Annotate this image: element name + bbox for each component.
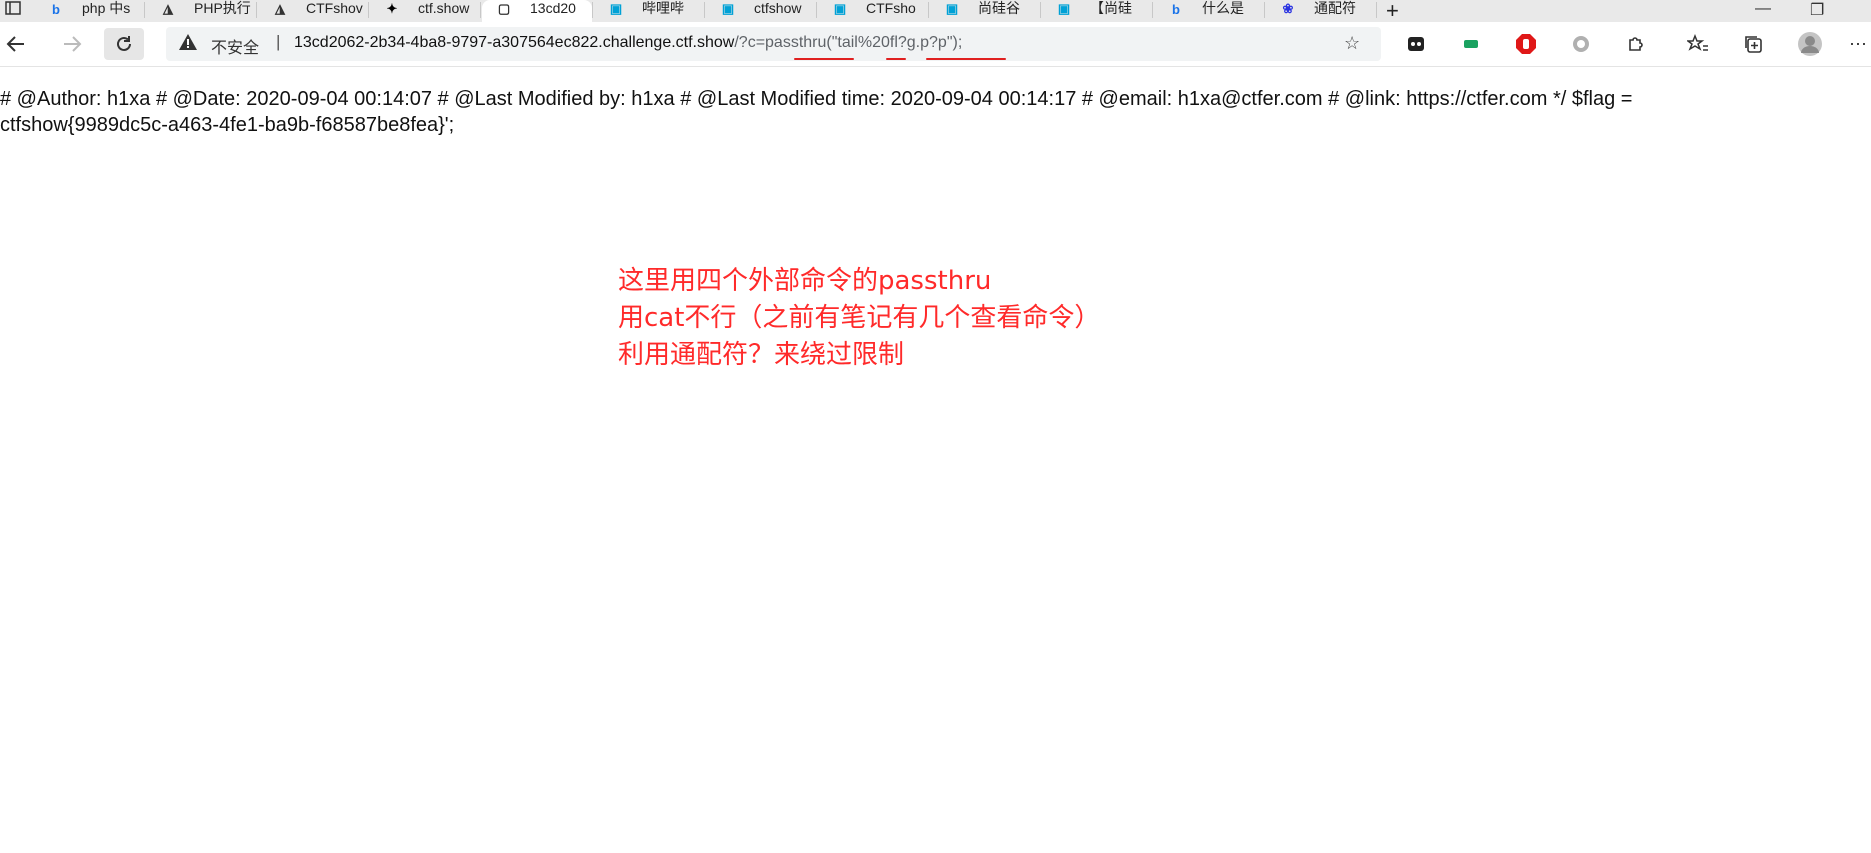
reload-button[interactable] bbox=[104, 28, 144, 60]
annotation-underline bbox=[794, 58, 854, 60]
extension-button[interactable] bbox=[1455, 28, 1487, 60]
tab-actions-button[interactable] bbox=[0, 0, 26, 24]
back-button[interactable] bbox=[0, 28, 32, 60]
ellipsis-icon: ⋯ bbox=[1849, 33, 1867, 54]
tab-label: 通配符 bbox=[1314, 0, 1356, 16]
tab-divider bbox=[816, 2, 817, 18]
tab-label: 什么是 bbox=[1202, 0, 1244, 16]
tab-label: 13cd20 bbox=[530, 0, 576, 16]
extension-green-icon bbox=[1464, 40, 1478, 48]
annotation-underline bbox=[926, 58, 1006, 60]
tab-actions-icon bbox=[5, 1, 21, 15]
extension-dark-icon bbox=[1408, 37, 1424, 51]
browser-tab[interactable]: b什么是× bbox=[1154, 0, 1264, 22]
adblock-button[interactable] bbox=[1510, 28, 1542, 60]
tab-divider bbox=[1040, 2, 1041, 18]
url-text[interactable]: 13cd2062-2b34-4ba8-9797-a307564ec822.cha… bbox=[294, 34, 962, 52]
tab-label: 哔哩哔 bbox=[642, 0, 684, 16]
browser-tab[interactable]: ◮CTFshov× bbox=[258, 0, 368, 22]
address-bar[interactable]: 不安全 | 13cd2062-2b34-4ba8-9797-a307564ec8… bbox=[166, 27, 1381, 61]
browser-tab[interactable]: ▣哔哩哔× bbox=[594, 0, 704, 22]
warning-icon bbox=[179, 34, 197, 50]
browser-tab[interactable]: ▣【尚硅× bbox=[1042, 0, 1152, 22]
tab-divider bbox=[144, 2, 145, 18]
tab-divider bbox=[1152, 2, 1153, 18]
tab-strip: bphp 中s×◮PHP执行×◮CTFshov×✦ctf.show×▢13cd2… bbox=[0, 0, 1871, 22]
collections-button[interactable] bbox=[1737, 28, 1769, 60]
tab-label: CTFsho bbox=[866, 0, 916, 16]
annotation-line: 利用通配符？来绕过限制 bbox=[618, 340, 905, 370]
extensions-button[interactable] bbox=[1620, 28, 1652, 60]
tab-label: CTFshov bbox=[306, 0, 363, 16]
plus-icon: + bbox=[1386, 0, 1399, 22]
tab-divider bbox=[1376, 2, 1377, 18]
browser-tab[interactable]: ◮PHP执行× bbox=[146, 0, 256, 22]
runner-icon: ✦ bbox=[386, 1, 398, 16]
tab-label: 尚硅谷 bbox=[978, 0, 1020, 16]
annotation-note: 这里用四个外部命令的passthru 用cat不行（之前有笔记有几个查看命令） … bbox=[618, 263, 1100, 374]
annotation-line: 这里用四个外部命令的passthru bbox=[618, 266, 992, 296]
browser-toolbar: 不安全 | 13cd2062-2b34-4ba8-9797-a307564ec8… bbox=[0, 22, 1871, 67]
browser-tab[interactable]: ❀通配符× bbox=[1266, 0, 1376, 22]
add-favorite-icon[interactable]: ☆ bbox=[1344, 33, 1360, 54]
bing-icon: b bbox=[52, 1, 60, 17]
minimize-button[interactable]: — bbox=[1755, 0, 1771, 18]
annotation-underline bbox=[886, 58, 906, 60]
bilibili-icon: ▣ bbox=[609, 1, 623, 16]
stop-icon bbox=[1516, 34, 1536, 54]
tab-divider bbox=[1264, 2, 1265, 18]
security-label[interactable]: 不安全 bbox=[211, 34, 259, 58]
favorites-icon bbox=[1687, 34, 1708, 51]
tab-divider bbox=[480, 2, 481, 18]
favorites-button[interactable] bbox=[1682, 28, 1714, 60]
tab-divider bbox=[256, 2, 257, 18]
tab-label: 【尚硅 bbox=[1090, 0, 1132, 16]
url-query: /?c=passthru("tail%20fl?g.p?p"); bbox=[734, 34, 963, 51]
browser-tab[interactable]: ✦ctf.show× bbox=[370, 0, 480, 22]
tab-divider bbox=[704, 2, 705, 18]
tab-label: php 中s bbox=[82, 0, 131, 16]
puzzle-icon bbox=[1629, 37, 1643, 51]
profile-button[interactable] bbox=[1794, 28, 1826, 60]
page-icon: ▢ bbox=[497, 1, 511, 16]
extension-button[interactable] bbox=[1565, 28, 1597, 60]
tab-label: ctf.show bbox=[418, 0, 470, 16]
bilibili-icon: ▣ bbox=[1057, 1, 1071, 16]
page-source-text: # @Author: h1xa # @Date: 2020-09-04 00:1… bbox=[0, 88, 1633, 136]
browser-tab[interactable]: ▣ctfshow× bbox=[706, 0, 816, 22]
address-separator: | bbox=[276, 32, 281, 51]
tab-label: PHP执行 bbox=[194, 0, 251, 16]
browser-tab[interactable]: ▢13cd20× bbox=[482, 0, 592, 22]
bing-icon: b bbox=[1172, 1, 1180, 17]
url-host: 13cd2062-2b34-4ba8-9797-a307564ec822.cha… bbox=[294, 34, 735, 51]
circle-icon bbox=[1573, 36, 1589, 52]
forward-arrow-icon bbox=[64, 36, 82, 52]
bilibili-icon: ▣ bbox=[833, 1, 847, 16]
bilibili-icon: ▣ bbox=[721, 1, 735, 16]
restore-button[interactable]: ❐ bbox=[1810, 0, 1824, 20]
browser-tab[interactable]: ▣CTFsho× bbox=[818, 0, 928, 22]
extension-button[interactable] bbox=[1400, 28, 1432, 60]
ctfshow-icon: ◮ bbox=[163, 1, 173, 16]
reload-icon bbox=[117, 36, 131, 51]
annotation-line: 用cat不行（之前有笔记有几个查看命令） bbox=[618, 303, 1101, 333]
forward-button[interactable] bbox=[56, 28, 88, 60]
tab-divider bbox=[592, 2, 593, 18]
avatar-icon bbox=[1798, 32, 1822, 56]
collections-icon bbox=[1745, 36, 1762, 53]
more-options-button[interactable]: ⋯ bbox=[1848, 28, 1868, 60]
tab-divider bbox=[368, 2, 369, 18]
new-tab-button[interactable]: + bbox=[1380, 0, 1410, 22]
tab-label: ctfshow bbox=[754, 0, 802, 16]
bilibili-icon: ▣ bbox=[945, 1, 959, 16]
tab-divider bbox=[928, 2, 929, 18]
browser-tab[interactable]: bphp 中s× bbox=[34, 0, 144, 22]
baidu-icon: ❀ bbox=[1282, 1, 1294, 16]
ctfshow-icon: ◮ bbox=[275, 1, 285, 16]
browser-tab[interactable]: ▣尚硅谷× bbox=[930, 0, 1040, 22]
back-arrow-icon bbox=[6, 36, 24, 52]
